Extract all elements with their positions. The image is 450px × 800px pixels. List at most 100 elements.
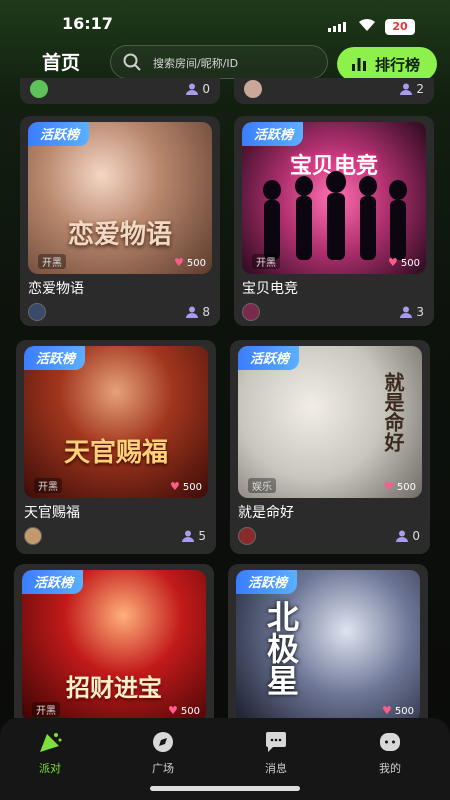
page-title: 首页 bbox=[42, 52, 81, 74]
room-name: 恋爱物语 bbox=[28, 281, 84, 297]
person-icon bbox=[186, 306, 199, 318]
avatar bbox=[24, 527, 42, 545]
flame-icon: ♥ bbox=[174, 256, 184, 269]
active-rank-badge: 活跃榜 bbox=[238, 346, 300, 370]
room-card[interactable]: 活跃榜 恋爱物语 开黑 ♥ 500 恋爱物语 8 bbox=[20, 116, 220, 326]
signal-icon bbox=[328, 22, 348, 32]
ranking-label: 排行榜 bbox=[375, 56, 421, 74]
member-count-value: 0 bbox=[202, 82, 210, 96]
profile-icon bbox=[380, 733, 400, 751]
heat-value: ♥ 500 bbox=[170, 480, 202, 493]
member-count: 0 bbox=[186, 82, 210, 96]
cover-title: 招财进宝 bbox=[66, 673, 162, 702]
cover-title: 天官赐福 bbox=[63, 438, 168, 468]
tab-party[interactable]: 派对 bbox=[20, 730, 80, 776]
active-rank-badge: 活跃榜 bbox=[22, 570, 84, 594]
bar-chart-icon bbox=[352, 58, 366, 71]
tab-label: 我的 bbox=[379, 762, 401, 775]
active-rank-badge: 活跃榜 bbox=[236, 570, 298, 594]
room-name: 就是命好 bbox=[238, 505, 294, 521]
cover-title: 恋爱物语 bbox=[67, 220, 172, 250]
cover-title: 北极星 bbox=[262, 600, 300, 696]
room-card[interactable]: 活跃榜 招财进宝 开黑 ♥ 500 bbox=[14, 564, 214, 718]
tab-square[interactable]: 广场 bbox=[133, 730, 193, 776]
avatar bbox=[242, 303, 260, 321]
heat-number: 500 bbox=[180, 706, 200, 717]
avatar bbox=[30, 80, 48, 98]
flame-icon: ♥ bbox=[384, 480, 394, 493]
tab-profile[interactable]: 我的 bbox=[360, 730, 420, 776]
member-count-value: 2 bbox=[416, 82, 424, 96]
room-tag: 娱乐 bbox=[248, 478, 276, 493]
room-card[interactable]: 活跃榜 宝贝电竞 开黑 ♥ 500 宝贝电竞 3 bbox=[234, 116, 434, 326]
heat-value: ♥ 500 bbox=[382, 704, 414, 717]
room-list[interactable]: 0 2 活跃榜 恋爱物语 开黑 ♥ 500 恋爱物语 8 活跃榜 宝贝电竞 开黑… bbox=[0, 78, 450, 718]
heat-value: ♥ 500 bbox=[384, 480, 416, 493]
tab-label: 广场 bbox=[152, 762, 174, 775]
member-count: 3 bbox=[400, 305, 424, 319]
person-icon bbox=[400, 306, 413, 318]
person-icon bbox=[400, 83, 413, 95]
room-card[interactable]: 活跃榜 北极星 ♥ 500 bbox=[228, 564, 428, 718]
room-tag: 开黑 bbox=[38, 254, 66, 269]
member-count-value: 0 bbox=[412, 529, 420, 543]
cover-title: 就是命好 bbox=[381, 372, 405, 452]
home-indicator bbox=[150, 786, 300, 791]
room-card-partial[interactable]: 2 bbox=[234, 78, 434, 104]
room-tag: 开黑 bbox=[252, 254, 280, 269]
member-count: 2 bbox=[400, 82, 424, 96]
heat-number: 500 bbox=[182, 482, 202, 493]
room-tag: 开黑 bbox=[32, 702, 60, 717]
compass-icon bbox=[153, 732, 173, 752]
room-cover: 活跃榜 恋爱物语 开黑 ♥ 500 bbox=[28, 122, 212, 274]
status-bar: 16:17 20 bbox=[0, 0, 450, 40]
ranking-button[interactable]: 排行榜 bbox=[337, 47, 437, 81]
heat-value: ♥ 500 bbox=[388, 256, 420, 269]
member-count-value: 5 bbox=[198, 529, 206, 543]
person-icon bbox=[186, 83, 199, 95]
room-cover: 活跃榜 天官赐福 开黑 ♥ 500 bbox=[24, 346, 208, 498]
active-rank-badge: 活跃榜 bbox=[28, 122, 90, 146]
search-placeholder: 搜索房间/昵称/ID bbox=[153, 57, 239, 70]
room-card-partial[interactable]: 0 bbox=[20, 78, 220, 104]
silhouettes-image bbox=[263, 171, 407, 260]
member-count: 8 bbox=[186, 305, 210, 319]
room-card[interactable]: 活跃榜 天官赐福 开黑 ♥ 500 天官赐福 5 bbox=[16, 340, 216, 554]
avatar bbox=[28, 303, 46, 321]
tab-messages[interactable]: 消息 bbox=[246, 730, 306, 776]
person-icon bbox=[396, 530, 409, 542]
active-rank-badge: 活跃榜 bbox=[24, 346, 86, 370]
heat-number: 500 bbox=[394, 706, 414, 717]
member-count-value: 8 bbox=[202, 305, 210, 319]
flame-icon: ♥ bbox=[168, 704, 178, 717]
tab-label: 派对 bbox=[39, 762, 61, 775]
member-count-value: 3 bbox=[416, 305, 424, 319]
search-input[interactable]: 搜索房间/昵称/ID bbox=[110, 45, 328, 79]
flame-icon: ♥ bbox=[170, 480, 180, 493]
party-icon bbox=[40, 733, 62, 752]
room-cover: 活跃榜 北极星 ♥ 500 bbox=[236, 570, 420, 718]
member-count: 5 bbox=[182, 529, 206, 543]
room-cover: 活跃榜 就是命好 娱乐 ♥ 500 bbox=[238, 346, 422, 498]
heat-value: ♥ 500 bbox=[174, 256, 206, 269]
heat-number: 500 bbox=[396, 482, 416, 493]
battery-icon: 20 bbox=[385, 19, 415, 35]
room-tag: 开黑 bbox=[34, 478, 62, 493]
heat-number: 500 bbox=[400, 258, 420, 269]
room-name: 天官赐福 bbox=[24, 505, 80, 521]
flame-icon: ♥ bbox=[382, 704, 392, 717]
tab-label: 消息 bbox=[265, 762, 287, 775]
flame-icon: ♥ bbox=[388, 256, 398, 269]
avatar bbox=[238, 527, 256, 545]
wifi-icon bbox=[359, 18, 375, 31]
room-name: 宝贝电竞 bbox=[242, 281, 298, 297]
heat-number: 500 bbox=[186, 258, 206, 269]
search-icon bbox=[123, 53, 141, 71]
avatar bbox=[244, 80, 262, 98]
room-cover: 活跃榜 招财进宝 开黑 ♥ 500 bbox=[22, 570, 206, 718]
room-card[interactable]: 活跃榜 就是命好 娱乐 ♥ 500 就是命好 0 bbox=[230, 340, 430, 554]
room-cover: 活跃榜 宝贝电竞 开黑 ♥ 500 bbox=[242, 122, 426, 274]
person-icon bbox=[182, 530, 195, 542]
message-icon bbox=[266, 732, 286, 752]
heat-value: ♥ 500 bbox=[168, 704, 200, 717]
